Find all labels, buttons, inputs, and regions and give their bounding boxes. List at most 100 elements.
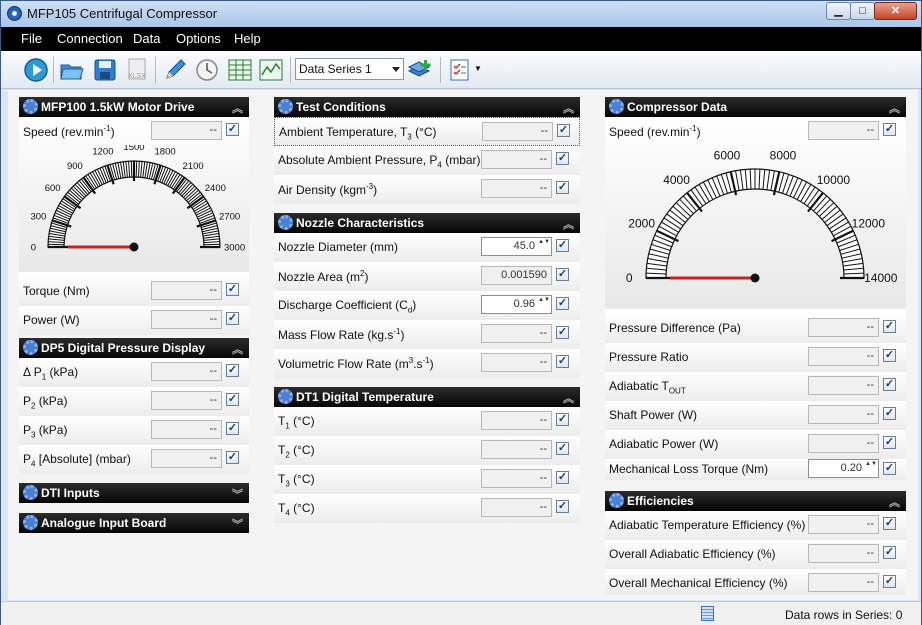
gauge-tick-label: 1500 <box>123 145 144 153</box>
collapse-icon[interactable]: ︽ <box>232 100 243 116</box>
field-label: T3 (°C) <box>278 472 315 489</box>
minimize-button[interactable]: ▁ <box>826 2 851 20</box>
motor-panel: MFP100 1.5kW Motor Drive ︽ Speed (rev.min… <box>19 97 249 335</box>
nozzle-diameter-stepper[interactable]: 45.0 <box>481 237 552 256</box>
expand-icon[interactable]: ︾ <box>232 516 243 532</box>
menu-data[interactable]: Data <box>133 31 160 46</box>
adiabatic-temp-eff-checkbox[interactable]: ✓ <box>883 517 896 530</box>
ambient-temp-checkbox[interactable]: ✓ <box>557 124 570 137</box>
menu-options[interactable]: Options <box>176 31 221 46</box>
run-icon[interactable] <box>23 57 49 83</box>
discharge-coeff-stepper[interactable]: 0.96 <box>481 295 552 314</box>
pressure-diff-checkbox[interactable]: ✓ <box>883 320 896 333</box>
ambient-pressure-checkbox[interactable]: ✓ <box>556 152 569 165</box>
adiabatic-tout-checkbox[interactable]: ✓ <box>883 378 896 391</box>
table-icon[interactable] <box>227 57 253 83</box>
gauge-tick-label: 3000 <box>224 242 245 253</box>
t3-row: T3 (°C) -- ✓ <box>274 465 580 494</box>
p2-checkbox[interactable]: ✓ <box>226 393 239 406</box>
expand-icon[interactable]: ︾ <box>232 486 243 502</box>
nozzle-diameter-checkbox[interactable]: ✓ <box>556 239 569 252</box>
panel-header[interactable]: Test Conditions ︽ <box>274 97 580 117</box>
vol-flow-checkbox[interactable]: ✓ <box>556 355 569 368</box>
menu-file[interactable]: File <box>21 31 42 46</box>
svg-text:XLSX: XLSX <box>128 73 146 80</box>
overall-mech-eff-checkbox[interactable]: ✓ <box>883 575 896 588</box>
motor-speed-value: -- <box>151 121 222 140</box>
overall-adiabatic-eff-checkbox[interactable]: ✓ <box>883 546 896 559</box>
t2-value: -- <box>481 440 552 459</box>
t4-row: T4 (°C) -- ✓ <box>274 494 580 523</box>
power-checkbox[interactable]: ✓ <box>226 312 239 325</box>
gauge-minor-tick <box>203 243 220 246</box>
chart-icon[interactable] <box>258 57 284 83</box>
pressure-diff-value: -- <box>808 318 879 337</box>
panel-header[interactable]: Compressor Data ︽ <box>605 97 906 117</box>
maximize-button[interactable]: □ <box>850 2 875 20</box>
motor-speed-checkbox[interactable]: ✓ <box>226 123 239 136</box>
title-bar: MFP105 Centrifugal Compressor ▁ □ ✕ <box>1 1 921 27</box>
adiabatic-power-value: -- <box>808 434 879 453</box>
panel-header[interactable]: DT1 Digital Temperature ︽ <box>274 387 580 407</box>
collapse-icon[interactable]: ︽ <box>889 494 900 510</box>
edit-pencil-icon[interactable] <box>162 57 188 83</box>
shaft-power-checkbox[interactable]: ✓ <box>883 407 896 420</box>
torque-checkbox[interactable]: ✓ <box>226 283 239 296</box>
collapse-icon[interactable]: ︽ <box>889 100 900 116</box>
panel-header[interactable]: Efficiencies ︽ <box>605 491 906 511</box>
panel-header[interactable]: Analogue Input Board ︾ <box>19 513 249 533</box>
menu-connection[interactable]: Connection <box>57 31 123 46</box>
pressure-ratio-checkbox[interactable]: ✓ <box>883 349 896 362</box>
collapse-icon[interactable]: ︽ <box>232 341 243 357</box>
ambient-temp-value: -- <box>482 122 553 141</box>
panel-header[interactable]: MFP100 1.5kW Motor Drive ︽ <box>19 97 249 117</box>
dp1-checkbox[interactable]: ✓ <box>226 364 239 377</box>
gauge-tick-label: 0 <box>31 242 36 253</box>
export-xlsx-icon[interactable]: XLSX <box>124 57 150 83</box>
power-value: -- <box>151 310 222 329</box>
field-label: Ambient Temperature, T3 (°C) <box>279 125 437 142</box>
gauge-tick-label: 6000 <box>714 149 741 163</box>
mass-flow-checkbox[interactable]: ✓ <box>556 326 569 339</box>
t1-value: -- <box>481 411 552 430</box>
save-icon[interactable] <box>92 57 118 83</box>
panel-header[interactable]: Nozzle Characteristics ︽ <box>274 213 580 233</box>
field-label: Δ P1 (kPa) <box>23 365 79 382</box>
open-folder-icon[interactable] <box>59 57 85 83</box>
t3-checkbox[interactable]: ✓ <box>556 471 569 484</box>
close-button[interactable]: ✕ <box>874 2 917 20</box>
t2-checkbox[interactable]: ✓ <box>556 442 569 455</box>
nozzle-area-checkbox[interactable]: ✓ <box>556 268 569 281</box>
panel-title: DTI Inputs <box>41 486 100 500</box>
mech-loss-stepper[interactable]: 0.20 <box>808 459 879 478</box>
compressor-speed-value: -- <box>808 121 879 140</box>
adiabatic-power-checkbox[interactable]: ✓ <box>883 436 896 449</box>
dp1-row: Δ P1 (kPa) -- ✓ <box>19 358 249 387</box>
panel-header[interactable]: DTI Inputs ︾ <box>19 483 249 503</box>
air-density-checkbox[interactable]: ✓ <box>556 181 569 194</box>
p3-checkbox[interactable]: ✓ <box>226 422 239 435</box>
p4-checkbox[interactable]: ✓ <box>226 451 239 464</box>
t4-checkbox[interactable]: ✓ <box>556 500 569 513</box>
collapse-icon[interactable]: ︽ <box>563 100 574 116</box>
collapse-icon[interactable]: ︽ <box>563 390 574 406</box>
menu-help[interactable]: Help <box>234 31 261 46</box>
adiabatic-power-row: Adiabatic Power (W) -- ✓ <box>605 430 906 459</box>
t2-row: T2 (°C) -- ✓ <box>274 436 580 465</box>
report-dropdown-icon[interactable]: ▼ <box>474 64 482 73</box>
clock-icon[interactable] <box>194 57 220 83</box>
add-series-icon[interactable] <box>407 57 433 83</box>
collapse-icon[interactable]: ︽ <box>563 216 574 232</box>
t1-checkbox[interactable]: ✓ <box>556 413 569 426</box>
app-icon[interactable] <box>7 6 22 21</box>
air-density-row: Air Density (kgm-3) -- ✓ <box>274 175 580 204</box>
discharge-coeff-checkbox[interactable]: ✓ <box>556 297 569 310</box>
panel-header[interactable]: DP5 Digital Pressure Display ︽ <box>19 338 249 358</box>
compressor-speed-checkbox[interactable]: ✓ <box>883 123 896 136</box>
mech-loss-checkbox[interactable]: ✓ <box>883 462 896 475</box>
gauge-tick-label: 1800 <box>155 147 176 158</box>
gear-icon <box>23 99 38 114</box>
data-series-select[interactable]: Data Series 1 <box>295 58 404 80</box>
gauge-tick-label: 14000 <box>864 271 898 285</box>
report-icon[interactable] <box>447 57 473 83</box>
